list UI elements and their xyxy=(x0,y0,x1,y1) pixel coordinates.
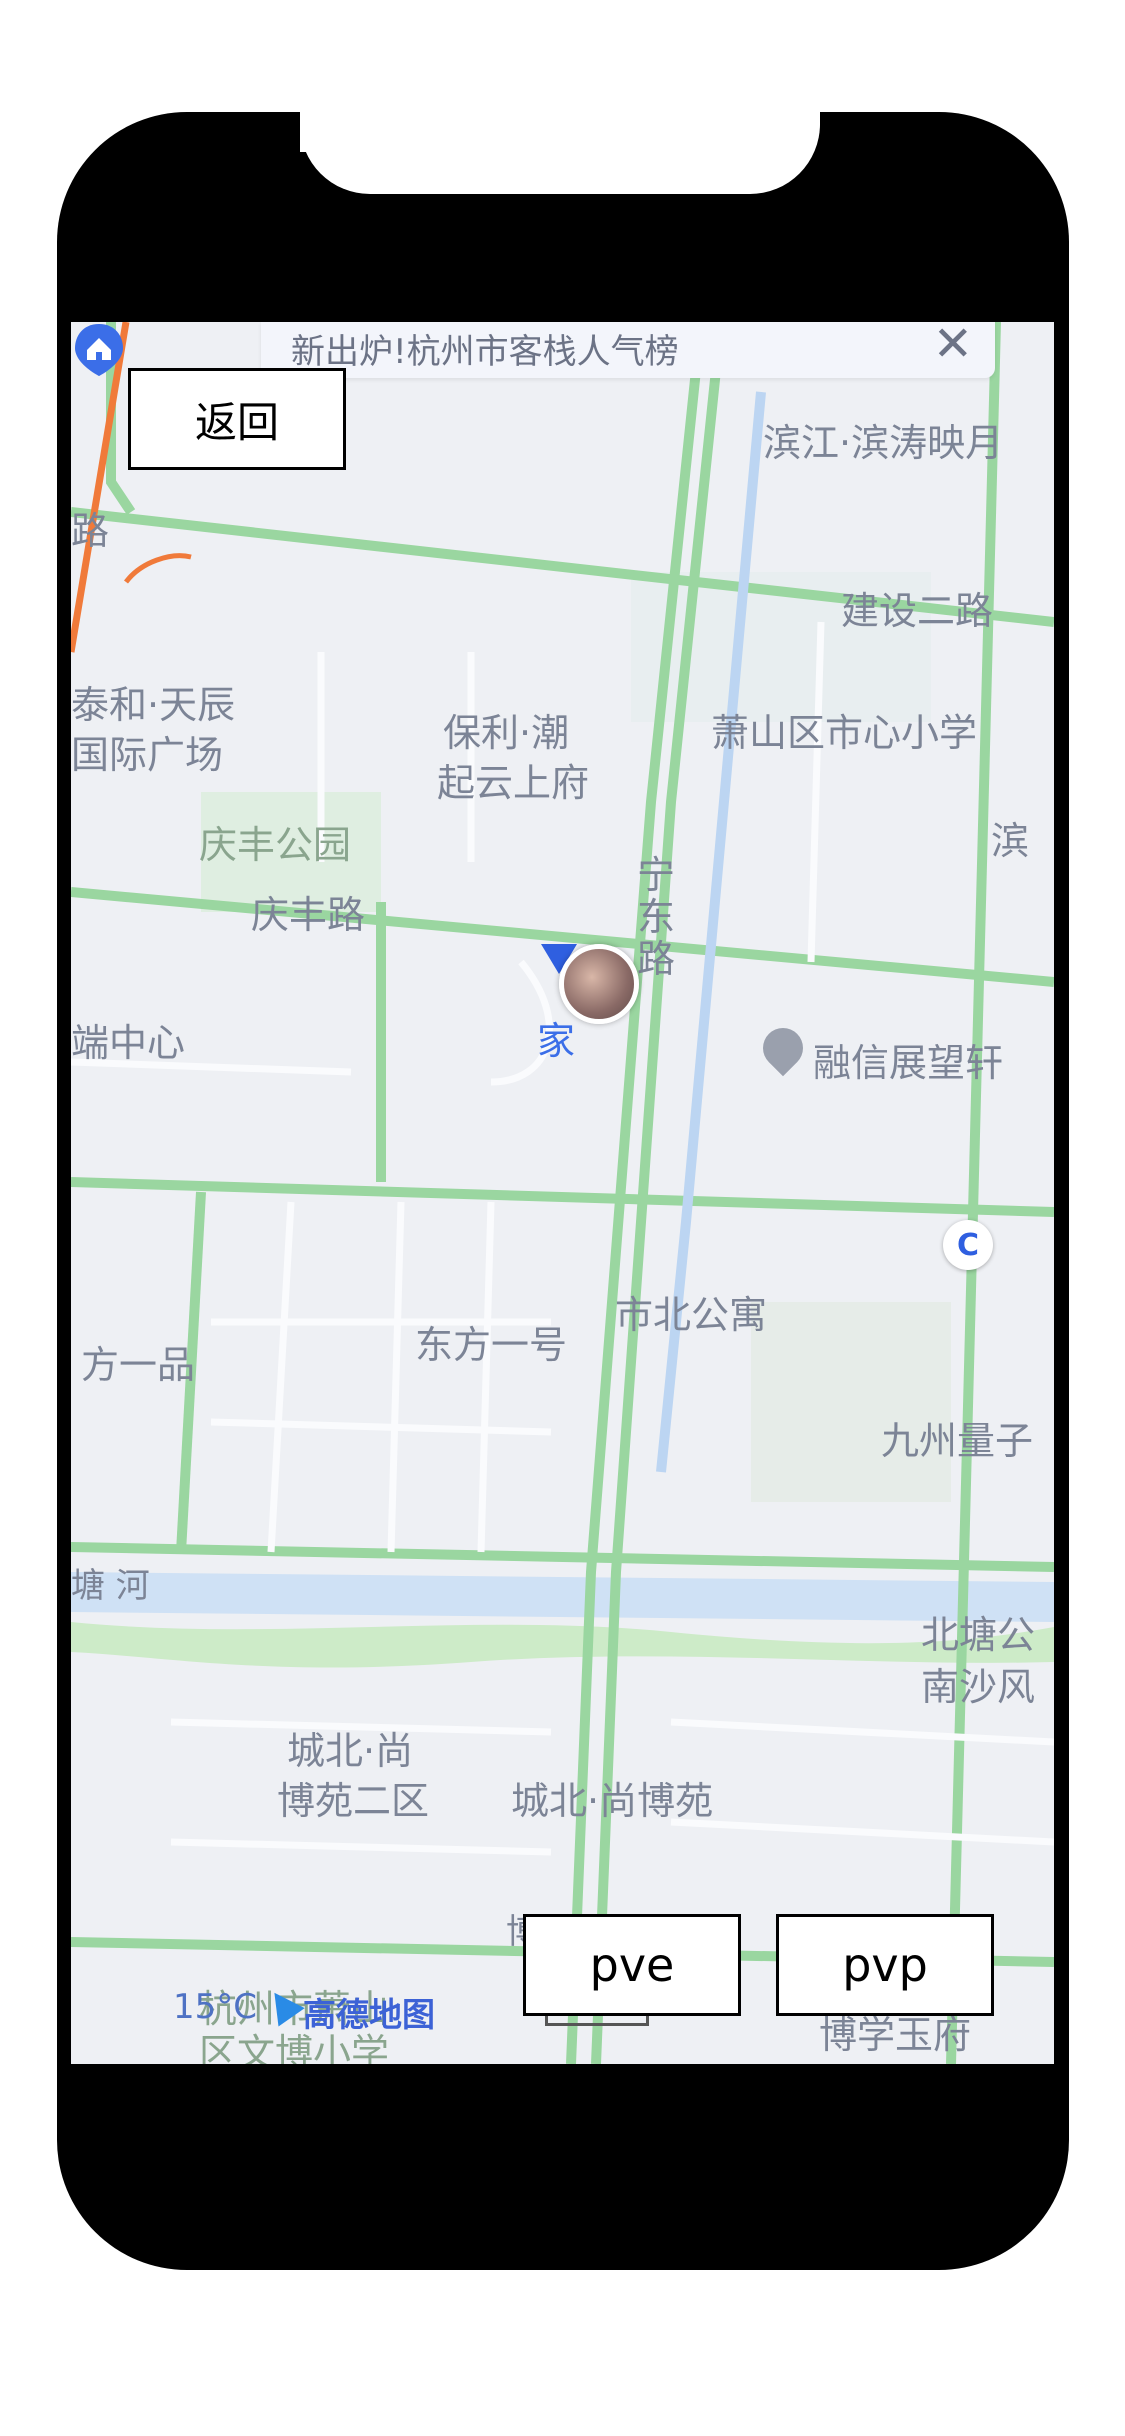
pvp-button[interactable]: pvp xyxy=(776,1914,994,2016)
close-icon[interactable]: ✕ xyxy=(933,322,973,372)
map-label: 起云上府 xyxy=(437,761,590,805)
home-label: 家 xyxy=(537,1019,576,1063)
amap-logo: 高德地图 xyxy=(303,1995,435,2034)
promo-banner-text: 新出炉!杭州市客栈人气榜 xyxy=(291,332,679,372)
river-label: 塘 河 xyxy=(71,1566,150,1606)
map-label: 泰和·天辰 xyxy=(71,683,236,727)
road-label: 建设二路 xyxy=(841,589,994,633)
map-label: 国际广场 xyxy=(71,733,224,777)
map-label: 保利·潮 xyxy=(443,711,570,755)
map-label: 南沙风 xyxy=(921,1665,1036,1709)
map-label: 萧山区市心小学 xyxy=(711,711,978,755)
promo-banner[interactable]: 新出炉!杭州市客栈人气榜 ✕ xyxy=(261,322,995,378)
map-label: 市北公寓 xyxy=(615,1293,768,1337)
map-label: 融信展望轩 xyxy=(813,1041,1004,1085)
map-label: 城北·尚 xyxy=(287,1729,414,1773)
map-label: 北塘公 xyxy=(921,1613,1036,1657)
map-label: 九州量子 xyxy=(881,1419,1034,1463)
home-icon[interactable] xyxy=(71,322,127,378)
weather-text: 15°C xyxy=(173,1987,258,2027)
park-label: 庆丰公园 xyxy=(199,823,352,867)
road-label: 庆丰路 xyxy=(251,893,366,937)
map-label: 博苑二区 xyxy=(277,1779,430,1823)
pve-button[interactable]: pve xyxy=(523,1914,741,2016)
map-label: 方一品 xyxy=(81,1343,196,1387)
back-button[interactable]: 返回 xyxy=(128,368,346,470)
map-label: 滨 xyxy=(991,819,1030,863)
road-label: 宁东路 xyxy=(637,853,676,981)
map-label: 城北·尚博苑 xyxy=(511,1779,714,1823)
road-label: 路 xyxy=(71,509,110,553)
map-label: 端中心 xyxy=(71,1021,186,1065)
map-label: 东方一号 xyxy=(415,1323,568,1367)
avatar[interactable] xyxy=(559,944,639,1024)
phone-notch xyxy=(300,112,820,194)
map-screen[interactable]: 新出炉!杭州市客栈人气榜 ✕ 滨江·滨涛映月 建设二路 路 泰和·天辰 国际广场… xyxy=(71,322,1054,2064)
map-label: 滨江·滨涛映月 xyxy=(763,421,1004,465)
bank-icon[interactable]: C xyxy=(943,1220,993,1270)
